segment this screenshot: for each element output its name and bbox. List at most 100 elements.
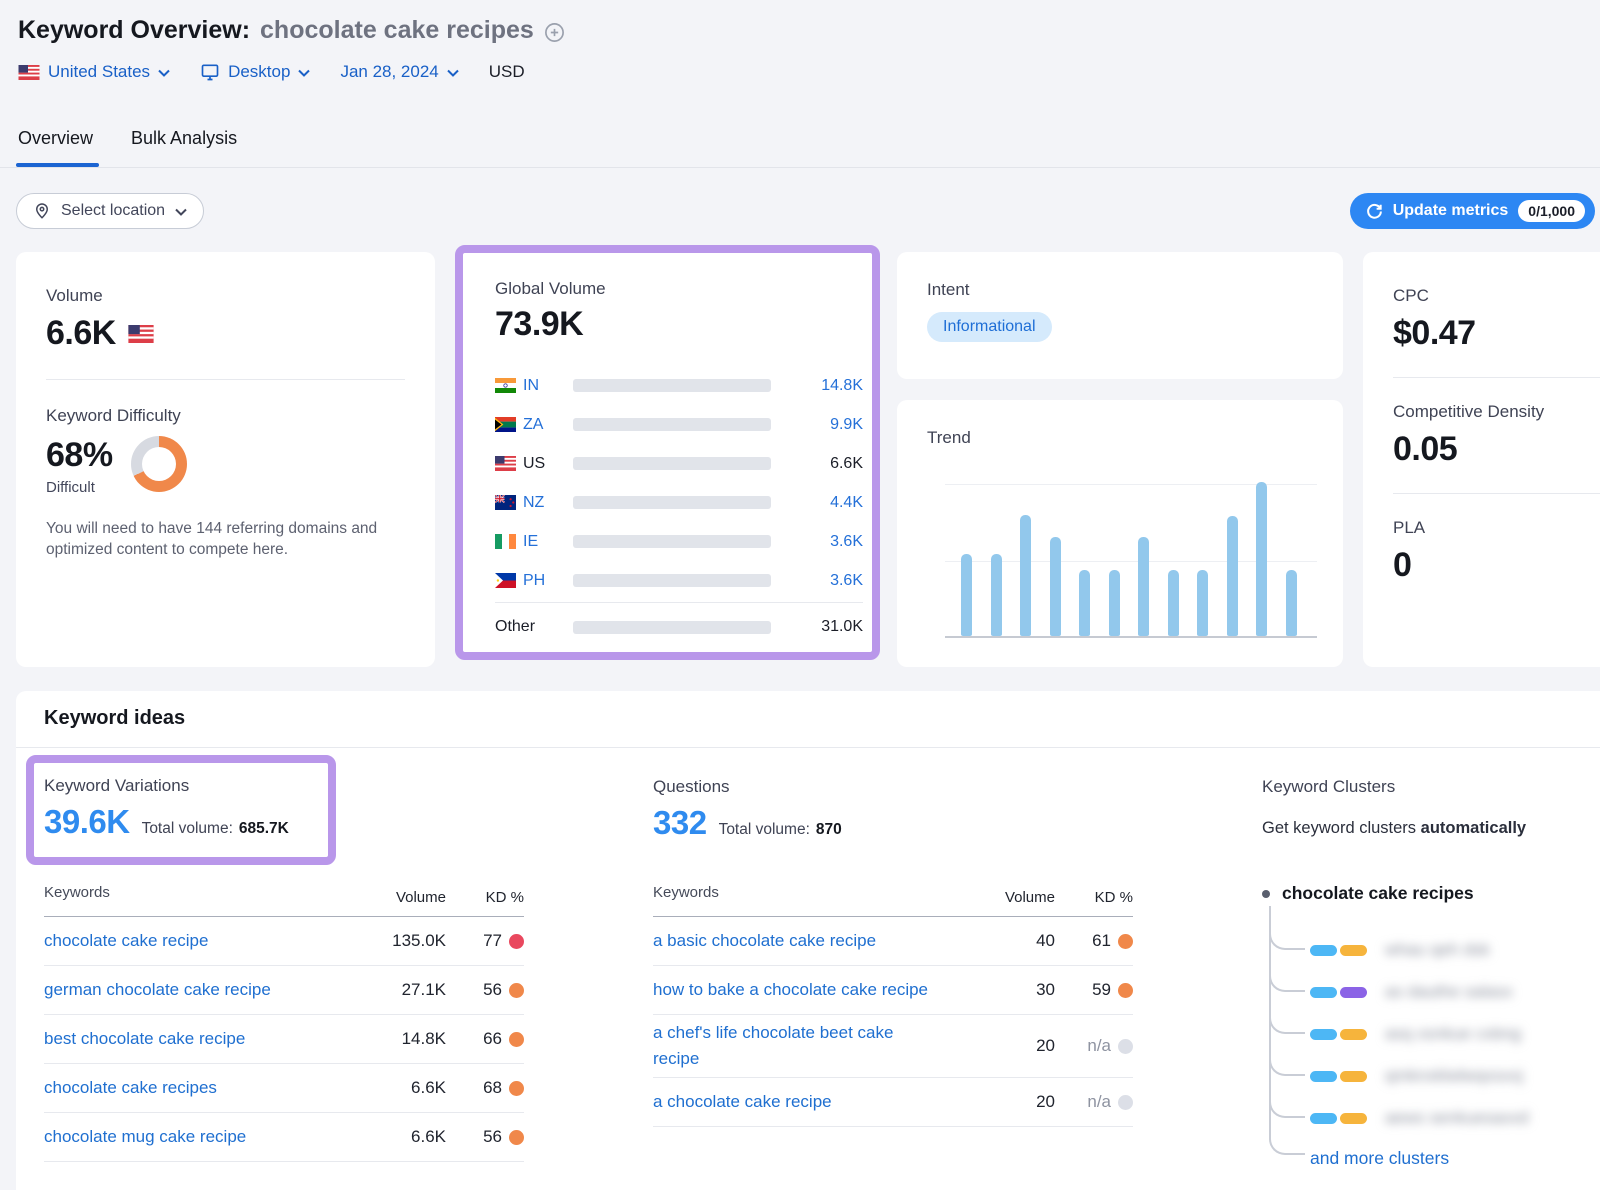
keyword-volume: 135.0K [361, 931, 446, 951]
keyword-kd: 56 [446, 980, 524, 1000]
clusters-title: Keyword Clusters [1262, 777, 1592, 797]
tab-overview[interactable]: Overview [18, 128, 93, 167]
trend-bar [1020, 515, 1031, 637]
global-volume-card: Global Volume 73.9K IN 14.8K ZA 9.9K [463, 253, 872, 652]
cluster-item-text-blurred: as dauthe salasx [1385, 982, 1513, 1002]
kd-dot-icon [509, 934, 524, 949]
country-volume-list: IN 14.8K ZA 9.9K US 6.6K [495, 366, 863, 648]
questions-title: Questions [653, 777, 842, 797]
country-volume-value: 14.8K [771, 377, 863, 395]
bullet-icon [1262, 890, 1270, 898]
kd-dot-icon [1118, 1039, 1133, 1054]
keyword-kd: 66 [446, 1029, 524, 1049]
country-volume-bar [573, 457, 771, 470]
select-location-button[interactable]: Select location [16, 193, 204, 229]
chevron-down-icon [175, 208, 187, 216]
cluster-pill-icon [1310, 1113, 1367, 1124]
cluster-root: chocolate cake recipes [1262, 883, 1474, 904]
keyword-kd: n/a [1055, 1036, 1133, 1056]
country-code-link[interactable]: IN [523, 377, 561, 395]
keyword-link[interactable]: chocolate cake recipe [44, 931, 208, 950]
keyword-link[interactable]: chocolate cake recipes [44, 1078, 217, 1097]
trend-bar [1227, 516, 1238, 636]
volume-label: Volume [46, 286, 405, 306]
volume-column-header: Volume [970, 889, 1055, 906]
cluster-item: as dauthe salasx [1310, 971, 1513, 1013]
keywords-column-header: Keywords [44, 880, 361, 906]
more-clusters-row: and more clusters [1310, 1141, 1449, 1175]
keyword-link[interactable]: best chocolate cake recipe [44, 1029, 245, 1048]
country-row-us: US 6.6K [495, 444, 863, 483]
keyword-link[interactable]: how to bake a chocolate cake recipe [653, 980, 928, 999]
tab-bulk-analysis[interactable]: Bulk Analysis [131, 128, 237, 167]
za-flag-icon [495, 417, 516, 432]
country-code-link[interactable]: ZA [523, 416, 561, 434]
variations-title: Keyword Variations [44, 776, 328, 796]
filters-bar: United States Desktop Jan 28, 2024 USD [18, 62, 525, 82]
country-row-other: Other 31.0K [495, 606, 863, 648]
chevron-down-icon [447, 69, 459, 77]
chevron-down-icon [158, 69, 170, 77]
cluster-item-text-blurred: aews senkuesaxxd [1385, 1108, 1529, 1128]
add-keyword-icon[interactable] [544, 22, 565, 43]
global-volume-highlight: Global Volume 73.9K IN 14.8K ZA 9.9K [455, 245, 880, 660]
update-metrics-button[interactable]: Update metrics 0/1,000 [1350, 193, 1595, 229]
country-volume-bar [573, 379, 771, 392]
us-flag-icon [18, 65, 40, 80]
keyword-link[interactable]: a chef's life chocolate beet cake recipe [653, 1023, 893, 1068]
variations-count: 39.6K [44, 803, 130, 841]
country-volume-value: 4.4K [771, 494, 863, 512]
keyword-link[interactable]: chocolate mug cake recipe [44, 1127, 246, 1146]
country-volume-bar [573, 621, 771, 634]
country-volume-value: 31.0K [771, 618, 863, 636]
volume-column-header: Volume [361, 889, 446, 906]
nz-flag-icon [495, 495, 516, 510]
country-volume-value: 9.9K [771, 416, 863, 434]
tab-bar: Overview Bulk Analysis [18, 128, 237, 167]
keyword-volume: 40 [970, 931, 1055, 951]
country-volume-value: 3.6K [771, 572, 863, 590]
table-row: a chocolate cake recipe 20 n/a [653, 1078, 1133, 1127]
country-code-link[interactable]: PH [523, 572, 561, 590]
cluster-item: whau qeh dsk [1310, 929, 1490, 971]
divider [16, 747, 1600, 748]
keyword-kd: 56 [446, 1127, 524, 1147]
kd-dot-icon [509, 1032, 524, 1047]
cluster-item-text-blurred: qmknxklwlwqxsxxj [1385, 1066, 1523, 1086]
keyword-link[interactable]: a chocolate cake recipe [653, 1092, 832, 1111]
kd-dot-icon [1118, 934, 1133, 949]
country-code-link[interactable]: NZ [523, 494, 561, 512]
keyword-volume: 14.8K [361, 1029, 446, 1049]
update-metrics-label: Update metrics [1393, 202, 1509, 220]
country-row-in: IN 14.8K [495, 366, 863, 405]
intent-badge: Informational [927, 312, 1052, 342]
select-location-label: Select location [61, 202, 165, 220]
keyword-volume: 20 [970, 1036, 1055, 1056]
device-dropdown[interactable]: Desktop [200, 62, 310, 82]
country-code-link[interactable]: IE [523, 533, 561, 551]
trend-bars [961, 486, 1297, 636]
volume-card: Volume 6.6K Keyword Difficulty 68% Diffi… [16, 252, 435, 667]
trend-bar [1109, 570, 1120, 636]
date-dropdown[interactable]: Jan 28, 2024 [340, 62, 458, 82]
trend-bar [1286, 570, 1297, 636]
country-volume-bar [573, 535, 771, 548]
global-volume-label: Global Volume [495, 279, 863, 299]
country-volume-value: 3.6K [771, 533, 863, 551]
cluster-tree: whau qeh dsk as dauthe salasx asq xsnkue… [1262, 929, 1592, 1190]
kd-dot-icon [1118, 1095, 1133, 1110]
keyword-volume: 6.6K [361, 1127, 446, 1147]
keyword-link[interactable]: german chocolate cake recipe [44, 980, 271, 999]
keyword-link[interactable]: a basic chocolate cake recipe [653, 931, 876, 950]
country-row-ph: PH 3.6K [495, 561, 863, 600]
keyword-volume: 20 [970, 1092, 1055, 1112]
more-clusters-link[interactable]: and more clusters [1310, 1148, 1449, 1169]
divider [1393, 377, 1600, 378]
divider [1393, 493, 1600, 494]
country-row-za: ZA 9.9K [495, 405, 863, 444]
trend-bar [1138, 537, 1149, 636]
location-dropdown[interactable]: United States [18, 62, 170, 82]
keyword-kd: 68 [446, 1078, 524, 1098]
table-row: chocolate cake recipe 135.0K 77 [44, 917, 524, 966]
kd-label: Keyword Difficulty [46, 406, 405, 426]
